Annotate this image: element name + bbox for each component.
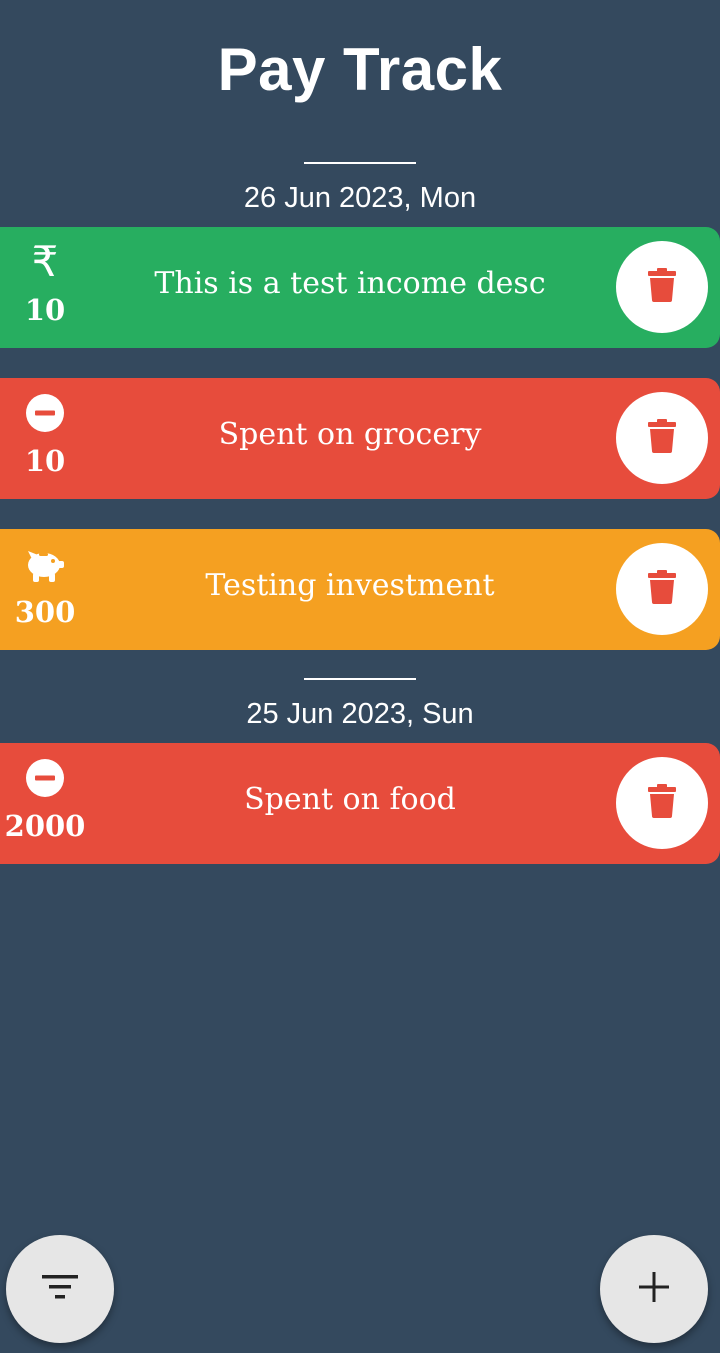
filter-icon (42, 1274, 78, 1304)
page-title: Pay Track (217, 36, 503, 103)
transaction-description: This is a test income desc (154, 266, 546, 301)
trash-icon (648, 267, 676, 307)
date-divider (304, 678, 416, 680)
trash-icon (648, 569, 676, 609)
piggy-bank-icon (24, 543, 66, 585)
trash-icon (648, 783, 676, 823)
transaction-amount: 2000 (4, 809, 86, 843)
date-label: 26 Jun 2023, Mon (243, 182, 477, 214)
rupee-icon: ₹ (31, 237, 59, 286)
transaction-card-income[interactable]: ₹ 10 This is a test income desc (0, 227, 720, 348)
date-label: 25 Jun 2023, Sun (246, 698, 474, 730)
transaction-description: Spent on food (244, 782, 456, 817)
transaction-card-investment[interactable]: 300 Testing investment (0, 529, 720, 650)
delete-button[interactable] (616, 392, 708, 484)
transaction-amount: 300 (14, 595, 76, 629)
transaction-description: Spent on grocery (218, 417, 482, 452)
plus-icon (639, 1271, 669, 1307)
transaction-amount: 10 (24, 293, 66, 327)
transaction-card-expense[interactable]: 10 Spent on grocery (0, 378, 720, 499)
date-header: 26 Jun 2023, Mon (0, 162, 720, 216)
trash-icon (648, 418, 676, 458)
minus-circle-icon (24, 392, 66, 434)
delete-button[interactable] (616, 241, 708, 333)
add-transaction-button[interactable] (600, 1235, 708, 1343)
transaction-description: Testing investment (205, 568, 495, 603)
transaction-card-expense[interactable]: 2000 Spent on food (0, 743, 720, 864)
minus-circle-icon (24, 757, 66, 799)
date-divider (304, 162, 416, 164)
delete-button[interactable] (616, 543, 708, 635)
filter-button[interactable] (6, 1235, 114, 1343)
delete-button[interactable] (616, 757, 708, 849)
transaction-amount: 10 (24, 444, 66, 478)
date-header: 25 Jun 2023, Sun (0, 678, 720, 732)
